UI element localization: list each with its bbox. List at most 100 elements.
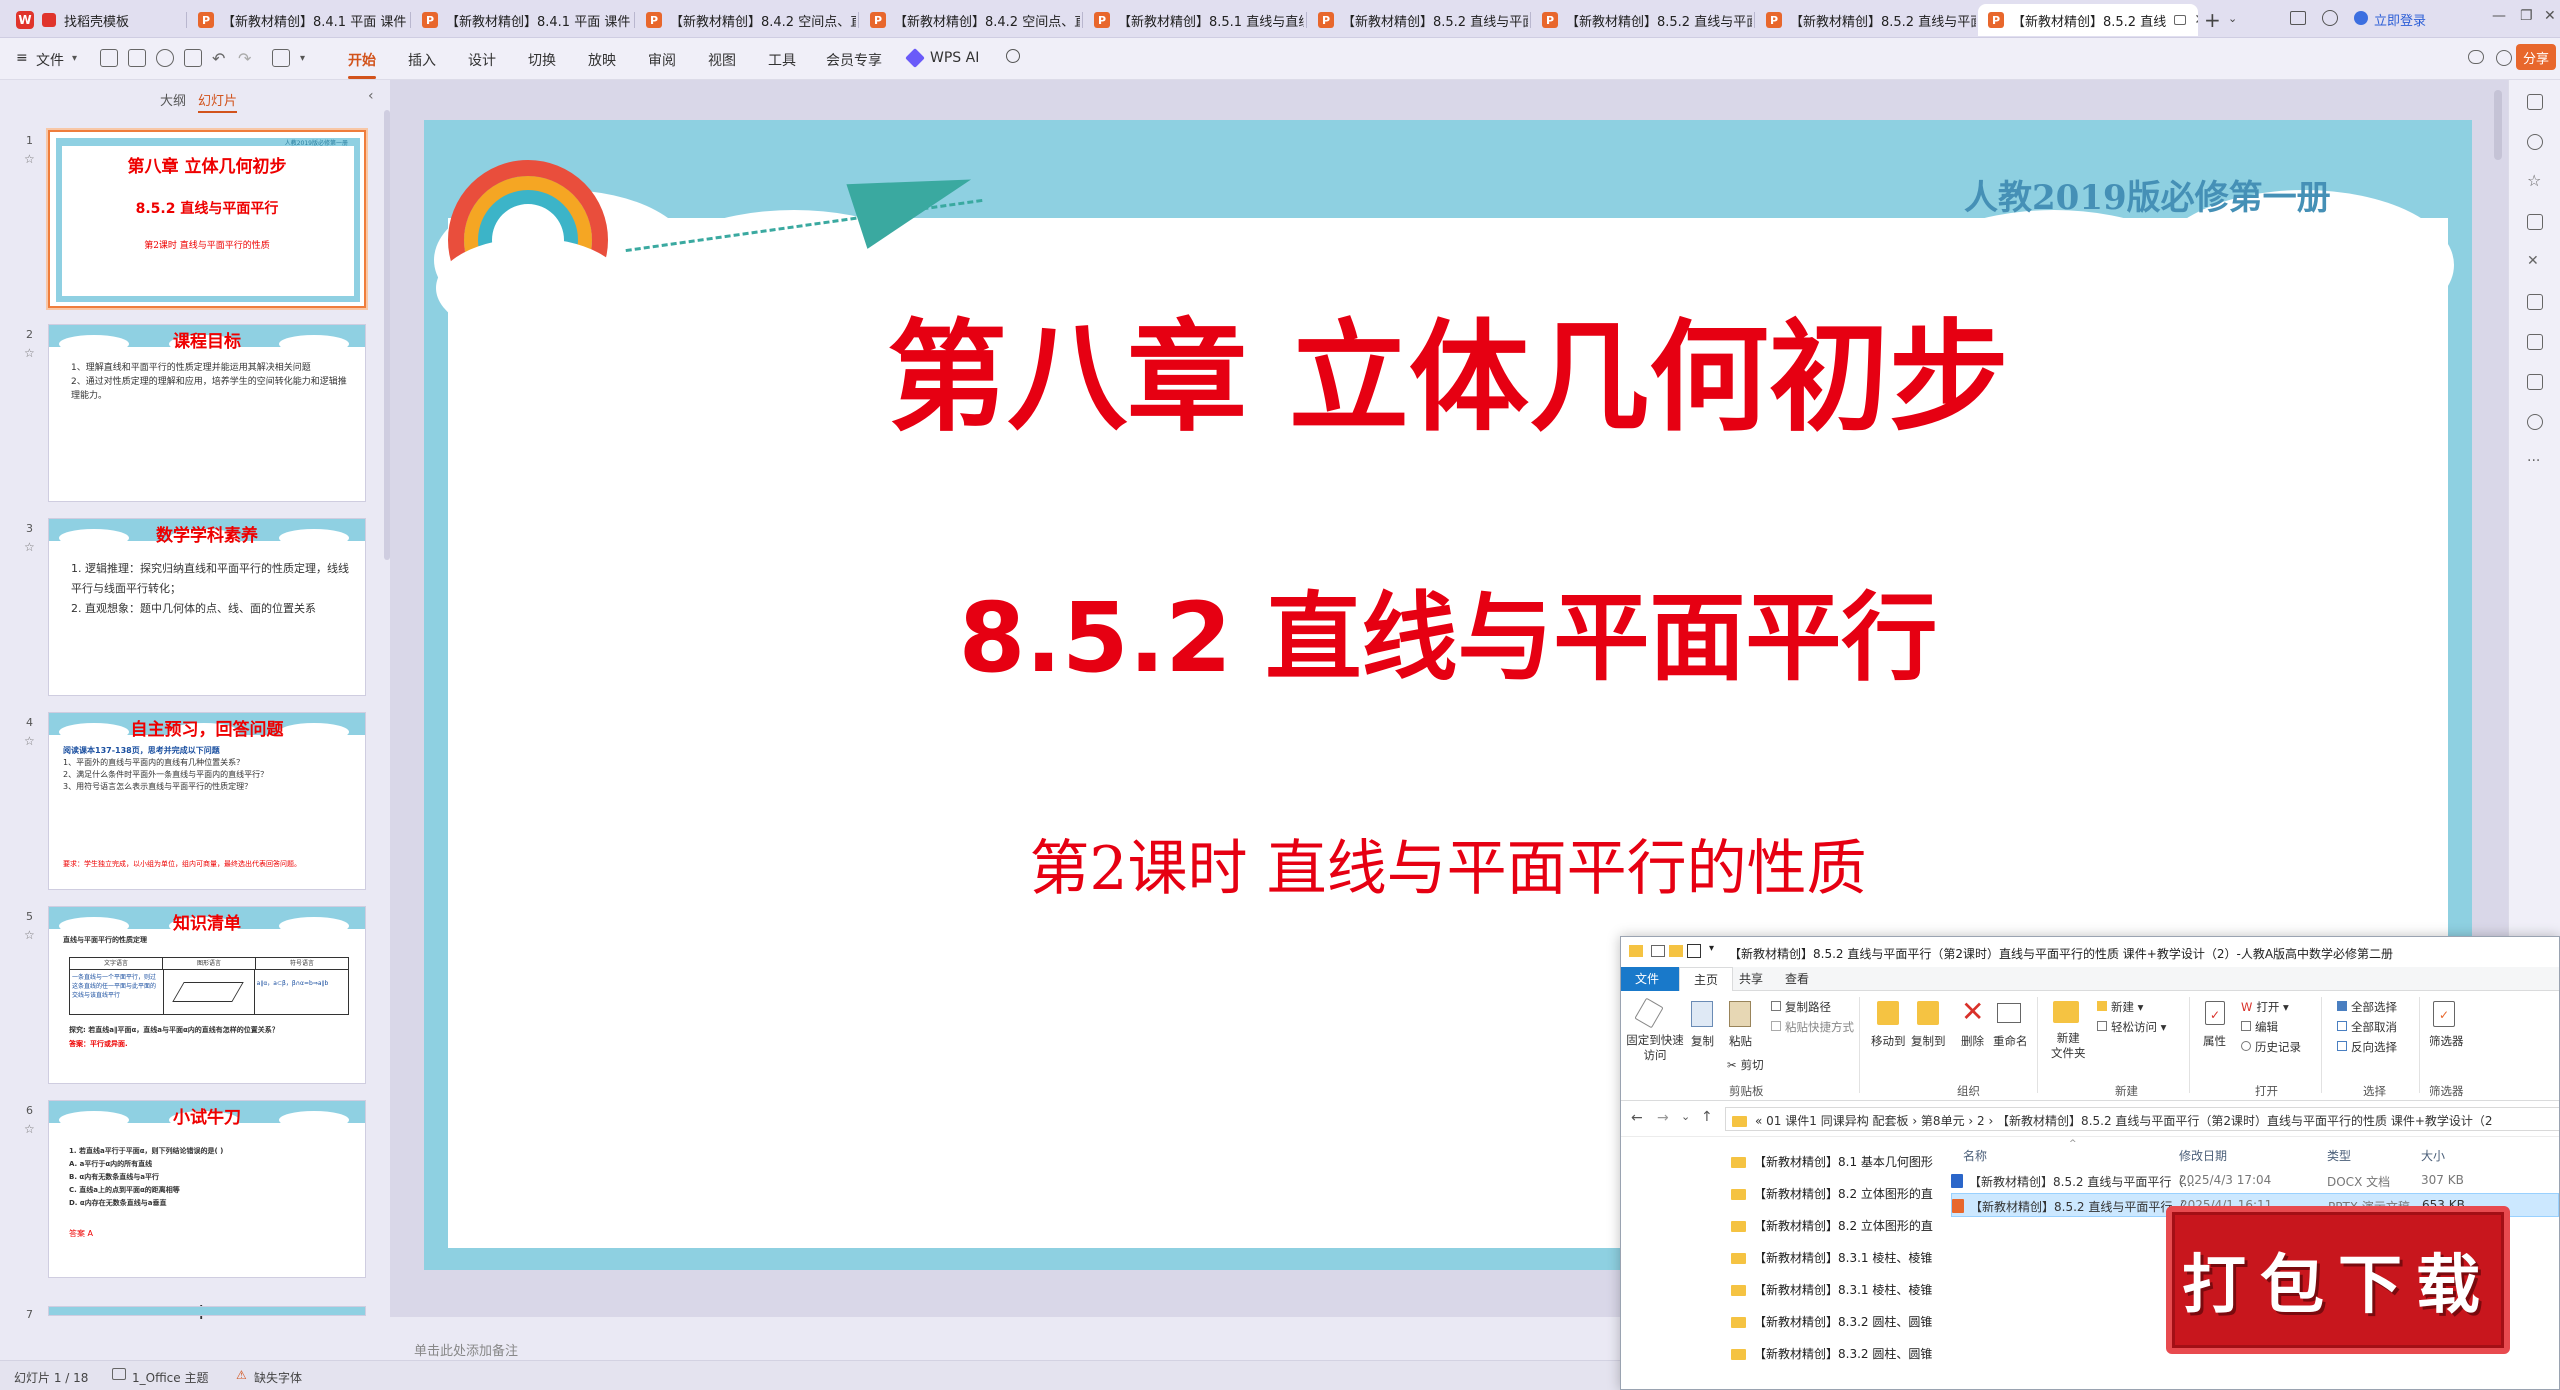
menu-view[interactable]: 视图: [708, 50, 736, 70]
sync-icon[interactable]: [2496, 50, 2512, 66]
tab-share[interactable]: 共享: [1725, 967, 1777, 991]
tab-document[interactable]: P 【新教材精创】8.4.2 空间点、直: [860, 4, 1080, 36]
more-icon[interactable]: ···: [2527, 454, 2543, 470]
history-button[interactable]: 历史记录: [2255, 1040, 2301, 1054]
cloud-icon[interactable]: [2468, 50, 2484, 64]
export-icon[interactable]: [128, 49, 146, 67]
properties-button[interactable]: 属性: [2203, 1033, 2226, 1049]
slide-thumbnail[interactable]: [48, 1306, 366, 1316]
pin-quick-access-button[interactable]: 固定到快速访问: [1625, 1033, 1685, 1063]
screen-icon[interactable]: [2174, 15, 2187, 25]
undo-icon[interactable]: ↶: [212, 49, 225, 68]
delete-icon[interactable]: ✕: [1961, 997, 1984, 1027]
open-button[interactable]: 打开: [2256, 1000, 2279, 1014]
save-icon[interactable]: [100, 49, 118, 67]
tab-document[interactable]: P 【新教材精创】8.5.1 直线与直线: [1084, 4, 1304, 36]
nav-item[interactable]: 【新教材精创】8.3.2 圆柱、圆锥: [1731, 1313, 1932, 1330]
nav-item[interactable]: 【新教材精创】8.1 基本几何图形: [1731, 1153, 1933, 1170]
nav-item[interactable]: 【新教材精创】8.3.1 棱柱、棱锥: [1731, 1249, 1932, 1266]
nav-item[interactable]: 【新教材精创】8.3.2 圆柱、圆锥: [1731, 1345, 1932, 1362]
filter-icon[interactable]: ✓: [2433, 1001, 2455, 1027]
copy-icon[interactable]: [1691, 1001, 1713, 1027]
login-link[interactable]: 立即登录: [2374, 10, 2426, 29]
slide-thumbnail[interactable]: 知识清单 直线与平面平行的性质定理 文字语言 图形语言 符号语言 一条直线与一个…: [48, 906, 366, 1084]
new-tab-button[interactable]: +: [2204, 8, 2221, 32]
print-icon[interactable]: [156, 49, 174, 67]
slide-thumbnail[interactable]: 数学学科素养 1. 逻辑推理：探究归纳直线和平面平行的性质定理，线线平行与线面平…: [48, 518, 366, 696]
slide-thumbnail[interactable]: 课程目标 1、理解直线和平面平行的性质定理并能运用其解决相关问题 2、通过对性质…: [48, 324, 366, 502]
download-package-badge[interactable]: 打包下载: [2166, 1206, 2510, 1354]
star-icon[interactable]: ☆: [24, 1122, 35, 1136]
menu-tools[interactable]: 工具: [768, 50, 796, 70]
properties-icon[interactable]: [1651, 945, 1665, 957]
hamburger-icon[interactable]: ≡: [16, 50, 28, 66]
star-icon[interactable]: ☆: [24, 734, 35, 748]
paste-button[interactable]: 粘贴: [1729, 1033, 1752, 1049]
paste-shortcut-button[interactable]: 粘贴快捷方式: [1785, 1020, 1854, 1034]
file-row[interactable]: 【新教材精创】8.5.2 直线与平面平行（... 2025/4/3 17:04 …: [1951, 1169, 2559, 1193]
chevron-down-icon[interactable]: ▾: [72, 53, 77, 64]
new-folder-icon[interactable]: [2053, 1001, 2079, 1023]
nav-item[interactable]: 【新教材精创】8.2 立体图形的直: [1731, 1217, 1933, 1234]
nav-item[interactable]: 【新教材精创】8.2 立体图形的直: [1731, 1185, 1933, 1202]
layout-icon[interactable]: [2527, 374, 2543, 390]
pin-icon[interactable]: [1687, 944, 1701, 958]
copy-to-icon[interactable]: [1917, 1001, 1939, 1025]
pin-icon[interactable]: [1634, 997, 1664, 1029]
image-icon[interactable]: [2527, 334, 2543, 350]
nav-item[interactable]: 【新教材精创】8.3.1 棱柱、棱锥: [1731, 1281, 1932, 1298]
slide-thumbnail[interactable]: 小试牛刀 1. 若直线a平行于平面α，则下列结论错误的是( ) A. a平行于α…: [48, 1100, 366, 1278]
design-icon[interactable]: [2527, 94, 2543, 110]
slide-thumbnail[interactable]: 人教2019版必修第一册 第八章 立体几何初步 8.5.2 直线与平面平行 第2…: [48, 130, 366, 308]
select-all-button[interactable]: 全部选择: [2351, 1000, 2397, 1014]
tab-document[interactable]: P 【新教材精创】8.5.2 直线与平面: [1532, 4, 1752, 36]
tab-document[interactable]: P 【新教材精创】8.5.2 直线与平面: [1756, 4, 1976, 36]
copy-to-button[interactable]: 复制到: [1911, 1033, 1946, 1049]
select-none-button[interactable]: 全部取消: [2351, 1020, 2397, 1034]
properties-icon[interactable]: ✓: [2205, 1001, 2225, 1025]
star-icon[interactable]: ☆: [24, 346, 35, 360]
menu-transition[interactable]: 切换: [528, 50, 556, 70]
tab-templates[interactable]: W 找稻壳模板: [6, 4, 186, 36]
tab-document[interactable]: P 【新教材精创】8.5.2 直线与平面: [1308, 4, 1528, 36]
column-size[interactable]: 大小: [2421, 1147, 2445, 1164]
minimize-icon[interactable]: —: [2492, 8, 2506, 24]
grid-icon[interactable]: [2527, 294, 2543, 310]
menu-insert[interactable]: 插入: [408, 50, 436, 70]
collapse-panel-icon[interactable]: ‹: [368, 88, 374, 104]
slide-subtitle[interactable]: 8.5.2 直线与平面平行: [424, 560, 2472, 699]
menu-home[interactable]: 开始: [348, 50, 376, 79]
paste-icon[interactable]: [1729, 1001, 1751, 1027]
close-icon[interactable]: ✕: [2194, 12, 2198, 28]
filter-button[interactable]: 筛选器: [2429, 1033, 2464, 1049]
column-type[interactable]: 类型: [2327, 1147, 2351, 1164]
tab-outline[interactable]: 大纲: [160, 90, 186, 109]
menu-member[interactable]: 会员专享: [826, 50, 882, 70]
move-to-icon[interactable]: [1877, 1001, 1899, 1025]
tab-document[interactable]: P 【新教材精创】8.4.1 平面 课件: [412, 4, 632, 36]
copy-icon[interactable]: [2527, 214, 2543, 230]
star-icon[interactable]: ☆: [24, 152, 35, 166]
invert-selection-button[interactable]: 反向选择: [2351, 1040, 2397, 1054]
easy-access-button[interactable]: 轻松访问: [2111, 1020, 2157, 1034]
menu-slideshow[interactable]: 放映: [588, 50, 616, 70]
new-folder-icon[interactable]: [1669, 945, 1683, 957]
theme-name[interactable]: 1_Office 主题: [132, 1369, 208, 1386]
share-button[interactable]: 分享: [2516, 44, 2556, 70]
search-icon[interactable]: [1006, 49, 1020, 63]
edit-button[interactable]: 编辑: [2255, 1020, 2278, 1034]
delete-button[interactable]: 删除: [1961, 1033, 1984, 1049]
tab-document[interactable]: P 【新教材精创】8.4.2 空间点、直: [636, 4, 856, 36]
user-icon[interactable]: [2322, 10, 2338, 26]
slide-lesson-title[interactable]: 第2课时 直线与平面平行的性质: [424, 820, 2472, 907]
up-icon[interactable]: ↑: [1701, 1109, 1713, 1125]
menu-wps-ai[interactable]: WPS AI: [930, 50, 979, 66]
tab-view[interactable]: 查看: [1771, 967, 1823, 991]
star-icon[interactable]: ☆: [2527, 173, 2543, 190]
tab-file[interactable]: 文件: [1621, 967, 1679, 991]
scrollbar[interactable]: [2494, 90, 2502, 160]
close-window-icon[interactable]: ✕: [2544, 8, 2556, 24]
redo-icon[interactable]: ↷: [238, 49, 251, 68]
star-icon[interactable]: ☆: [24, 540, 35, 554]
help-icon[interactable]: [2527, 414, 2543, 430]
